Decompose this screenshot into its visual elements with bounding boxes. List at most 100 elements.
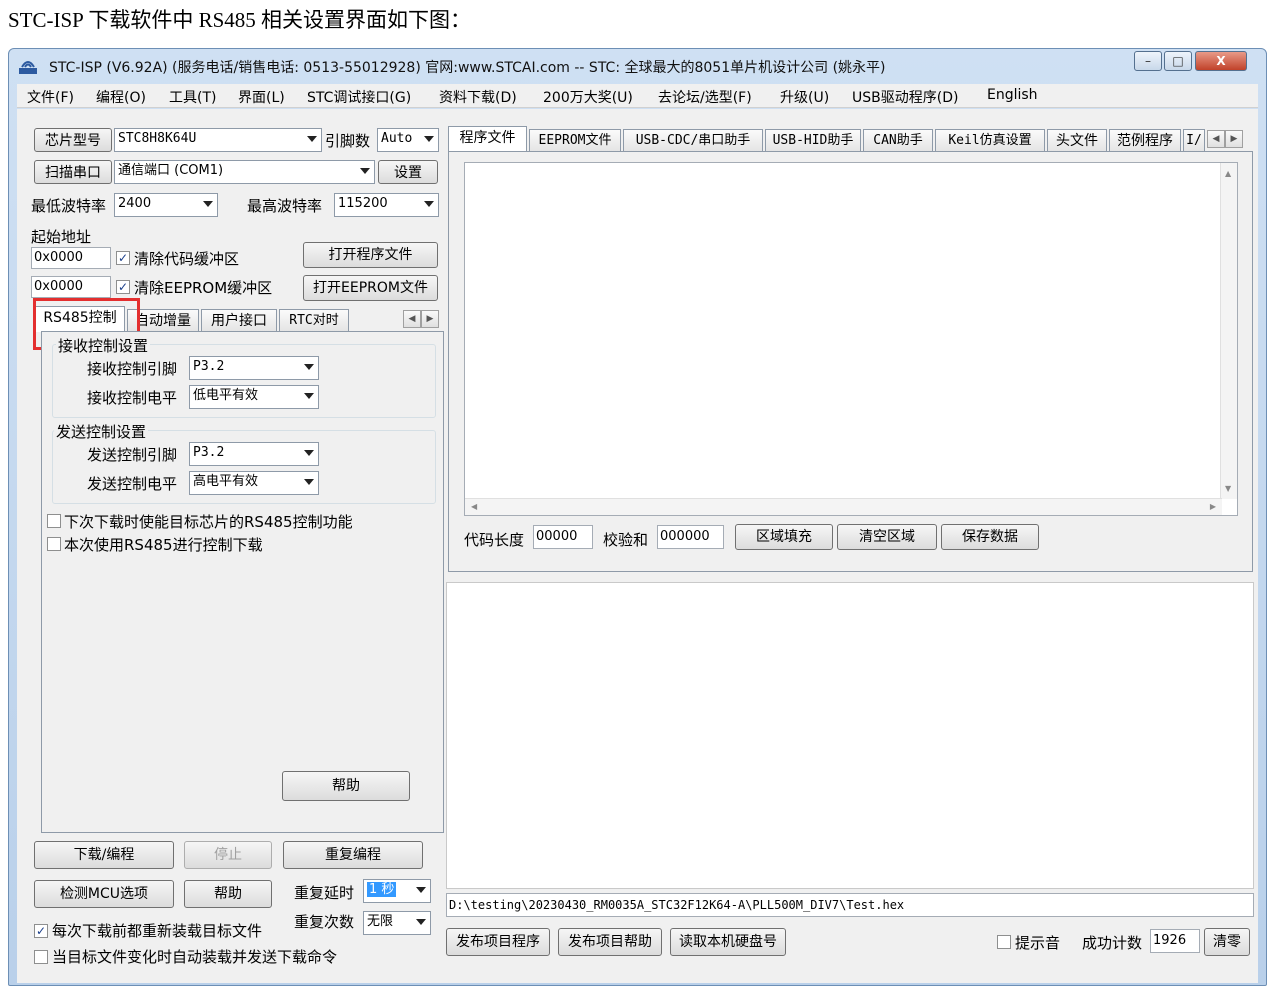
tab-program-file[interactable]: 程序文件: [448, 126, 527, 152]
horizontal-scrollbar[interactable]: ◀ ▶: [465, 498, 1222, 515]
reload-file-label: 每次下载前都重新装载目标文件: [52, 922, 263, 940]
tab-user-interface[interactable]: 用户接口: [201, 309, 277, 332]
chevron-down-icon: [424, 136, 434, 142]
title-bar[interactable]: STC-ISP (V6.92A) (服务电话/销售电话: 0513-550129…: [9, 49, 1266, 83]
send-pin-label: 发送控制引脚: [87, 446, 178, 464]
tab-usb-hid[interactable]: USB-HID助手: [765, 129, 861, 152]
scroll-right-icon[interactable]: ▶: [1225, 130, 1243, 148]
enable-rs485-label: 下次下载时使能目标芯片的RS485控制功能: [64, 513, 353, 531]
download-button[interactable]: 下载/编程: [34, 841, 174, 869]
save-data-button[interactable]: 保存数据: [941, 524, 1039, 550]
chip-model-select[interactable]: STC8H8K64U: [114, 128, 322, 152]
publish-program-button[interactable]: 发布项目程序: [446, 928, 550, 956]
open-eeprom-button[interactable]: 打开EEPROM文件: [303, 275, 438, 301]
scroll-right-icon[interactable]: ▶: [1210, 502, 1216, 511]
chip-model-button[interactable]: 芯片型号: [34, 128, 112, 152]
repeat-count-select[interactable]: 无限: [363, 911, 431, 935]
scroll-left-icon[interactable]: ◀: [471, 502, 477, 511]
scroll-right-icon[interactable]: ▶: [421, 310, 439, 328]
port-select[interactable]: 通信端口 (COM1): [114, 160, 375, 184]
tab-keil[interactable]: Keil仿真设置: [935, 129, 1045, 152]
send-level-select[interactable]: 高电平有效: [189, 471, 319, 495]
port-settings-button[interactable]: 设置: [378, 160, 438, 184]
recv-pin-value: P3.2: [193, 359, 225, 374]
tab-eeprom-file[interactable]: EEPROM文件: [529, 129, 621, 152]
reprogram-button[interactable]: 重复编程: [283, 841, 423, 869]
scroll-up-icon[interactable]: ▲: [1225, 169, 1231, 178]
min-baud-value: 2400: [118, 196, 152, 211]
help-button[interactable]: 帮助: [184, 880, 272, 908]
maximize-button[interactable]: □: [1164, 51, 1192, 71]
max-baud-value: 115200: [338, 196, 388, 211]
check-icon[interactable]: ✓: [116, 251, 130, 265]
pins-select[interactable]: Auto: [377, 128, 439, 152]
tab-header-file[interactable]: 头文件: [1047, 129, 1107, 152]
scan-port-button[interactable]: 扫描串口: [34, 160, 112, 184]
rs485-help-button[interactable]: 帮助: [282, 771, 410, 801]
send-pin-select[interactable]: P3.2: [189, 442, 319, 466]
vertical-scrollbar[interactable]: ▲ ▼: [1220, 163, 1237, 499]
repeat-delay-value: 1 秒: [367, 882, 397, 897]
menu-downloads[interactable]: 资料下载(D): [439, 87, 517, 107]
menu-interface[interactable]: 界面(L): [238, 87, 285, 107]
close-button[interactable]: X: [1195, 51, 1247, 71]
menu-bar: 文件(F) 编程(O) 工具(T) 界面(L) STC调试接口(G) 资料下载(…: [17, 84, 1258, 108]
tab-io[interactable]: I/: [1183, 129, 1205, 152]
recv-level-select[interactable]: 低电平有效: [189, 385, 319, 409]
menu-tools[interactable]: 工具(T): [169, 87, 216, 107]
scroll-down-icon[interactable]: ▼: [1225, 484, 1231, 493]
chevron-down-icon: [304, 479, 314, 485]
scroll-left-icon[interactable]: ◀: [1207, 130, 1225, 148]
chevron-down-icon: [304, 364, 314, 370]
open-program-button[interactable]: 打开程序文件: [303, 242, 438, 268]
recv-group-title: 接收控制设置: [56, 335, 151, 356]
chip-model-value: STC8H8K64U: [118, 131, 197, 146]
minimize-button[interactable]: –: [1134, 51, 1162, 71]
auto-send-checkbox[interactable]: [34, 950, 48, 964]
window-title: STC-ISP (V6.92A) (服务电话/销售电话: 0513-550129…: [49, 60, 886, 76]
max-baud-select[interactable]: 115200: [334, 193, 439, 217]
code-length-field: 00000: [533, 525, 593, 549]
check-icon[interactable]: ✓: [116, 280, 130, 294]
tab-usb-cdc[interactable]: USB-CDC/串口助手: [623, 129, 763, 152]
auto-send-label: 当目标文件变化时自动装载并发送下载命令: [52, 948, 338, 966]
menu-program[interactable]: 编程(O): [96, 87, 146, 107]
menu-usb-driver[interactable]: USB驱动程序(D): [852, 87, 958, 107]
tab-can[interactable]: CAN助手: [863, 129, 933, 152]
detect-mcu-button[interactable]: 检测MCU选项: [34, 880, 174, 908]
hex-view[interactable]: ▲ ▼ ◀ ▶: [464, 162, 1238, 516]
tab-rtc[interactable]: RTC对时: [279, 309, 349, 332]
checksum-field: 000000: [657, 525, 724, 549]
read-disk-id-button[interactable]: 读取本机硬盘号: [670, 928, 786, 956]
enable-rs485-checkbox[interactable]: [47, 514, 61, 528]
recv-pin-select[interactable]: P3.2: [189, 356, 319, 380]
success-count-field: 1926: [1150, 929, 1200, 953]
menu-upgrade[interactable]: 升级(U): [780, 87, 829, 107]
stop-button[interactable]: 停止: [184, 841, 272, 869]
code-address-input[interactable]: 0x0000: [31, 247, 111, 269]
repeat-delay-select[interactable]: 1 秒: [363, 879, 431, 903]
send-pin-value: P3.2: [193, 445, 225, 460]
output-log[interactable]: [446, 582, 1254, 889]
clear-eeprom-label: 清除EEPROM缓冲区: [134, 279, 273, 297]
eeprom-address-input[interactable]: 0x0000: [31, 276, 111, 298]
pins-label: 引脚数: [325, 132, 371, 150]
beep-checkbox[interactable]: [997, 935, 1011, 949]
min-baud-select[interactable]: 2400: [114, 193, 218, 217]
publish-help-button[interactable]: 发布项目帮助: [558, 928, 662, 956]
menu-prize[interactable]: 200万大奖(U): [543, 87, 633, 107]
menu-forum[interactable]: 去论坛/选型(F): [658, 87, 752, 107]
clear-area-button[interactable]: 清空区域: [837, 524, 937, 550]
tab-examples[interactable]: 范例程序: [1109, 129, 1181, 152]
reset-count-button[interactable]: 清零: [1204, 928, 1250, 956]
chevron-down-icon: [304, 393, 314, 399]
send-level-value: 高电平有效: [193, 474, 259, 489]
chevron-down-icon: [360, 168, 370, 174]
check-icon[interactable]: ✓: [34, 924, 48, 938]
fill-area-button[interactable]: 区域填充: [735, 524, 833, 550]
menu-english[interactable]: English: [987, 87, 1038, 103]
scroll-left-icon[interactable]: ◀: [403, 310, 421, 328]
use-rs485-checkbox[interactable]: [47, 537, 61, 551]
menu-file[interactable]: 文件(F): [27, 87, 74, 107]
menu-debug[interactable]: STC调试接口(G): [307, 87, 411, 107]
